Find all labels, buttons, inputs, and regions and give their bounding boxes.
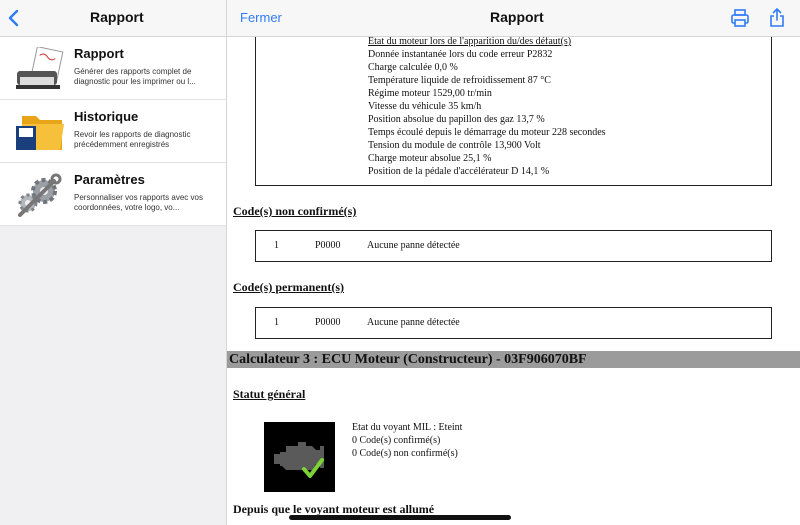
sidebar-nav-bar: Rapport [0, 0, 226, 37]
unconfirmed-codes-box: 1 P0000 Aucune panne détectée [255, 230, 772, 262]
calculator-header: Calculateur 3 : ECU Moteur (Constructeur… [227, 351, 800, 368]
sidebar-item-rapport[interactable]: Rapport Générer des rapports complet de … [0, 37, 226, 100]
folder-history-icon [16, 116, 64, 150]
sidebar: Rapport Générer des rapports complet de … [0, 37, 226, 525]
engine-check-icon [264, 422, 335, 492]
code-value: P0000 [315, 240, 341, 251]
freeze-frame-line: Donnée instantanée lors du code erreur P… [368, 49, 553, 60]
permanent-codes-heading: Code(s) permanent(s) [233, 280, 344, 294]
unconfirmed-codes-heading: Code(s) non confirmé(s) [233, 204, 357, 218]
code-value: P0000 [315, 317, 341, 328]
gears-settings-icon [18, 173, 62, 217]
page-title: Rapport [490, 9, 544, 25]
freeze-frame-line: Position absolue du papillon des gaz 13,… [368, 114, 545, 125]
sidebar-item-title: Rapport [74, 46, 124, 61]
sidebar-title: Rapport [90, 9, 144, 25]
sidebar-item-desc: Générer des rapports complet de diagnost… [74, 67, 196, 86]
sidebar-item-historique[interactable]: Historique Revoir les rapports de diagno… [0, 100, 226, 163]
chevron-left-icon[interactable] [6, 8, 22, 28]
unconfirmed-count: 0 Code(s) non confirmé(s) [352, 448, 458, 459]
freeze-frame-line: Charge calculée 0,0 % [368, 62, 458, 73]
sidebar-menu: Rapport Générer des rapports complet de … [0, 37, 226, 226]
code-index: 1 [274, 317, 279, 328]
freeze-frame-box: Etat du moteur lors de l'apparition du/d… [255, 37, 772, 186]
code-description: Aucune panne détectée [367, 317, 460, 328]
permanent-codes-box: 1 P0000 Aucune panne détectée [255, 307, 772, 339]
sidebar-item-title: Paramètres [74, 172, 145, 187]
detail-nav-bar: Fermer Rapport [227, 0, 800, 37]
freeze-frame-line: Température liquide de refroidissement 8… [368, 75, 551, 86]
share-icon[interactable] [767, 8, 787, 28]
close-button[interactable]: Fermer [240, 10, 282, 25]
confirmed-count: 0 Code(s) confirmé(s) [352, 435, 441, 446]
sidebar-item-desc: Personnaliser vos rapports avec vos coor… [74, 193, 203, 212]
freeze-frame-line: Tension du module de contrôle 13,900 Vol… [368, 140, 541, 151]
mil-status: Etat du voyant MIL : Eteint [352, 422, 463, 433]
general-status-heading: Statut général [233, 387, 306, 401]
sidebar-item-parametres[interactable]: Paramètres Personnaliser vos rapports av… [0, 163, 226, 226]
printer-icon[interactable] [730, 8, 750, 28]
freeze-frame-line: Temps écoulé depuis le démarrage du mote… [368, 127, 606, 138]
home-indicator[interactable] [289, 515, 511, 520]
sidebar-item-title: Historique [74, 109, 139, 124]
freeze-frame-line: Position de la pédale d'accélérateur D 1… [368, 166, 550, 177]
sidebar-item-desc: Revoir les rapports de diagnostic précéd… [74, 130, 191, 149]
freeze-frame-line: Charge moteur absolue 25,1 % [368, 153, 492, 164]
code-description: Aucune panne détectée [367, 240, 460, 251]
code-index: 1 [274, 240, 279, 251]
freeze-frame-line: Régime moteur 1529,00 tr/min [368, 88, 492, 99]
freeze-frame-heading: Etat du moteur lors de l'apparition du/d… [368, 37, 572, 47]
report-printer-icon [16, 47, 64, 89]
freeze-frame-line: Vitesse du véhicule 35 km/h [368, 101, 482, 112]
report-content[interactable]: Etat du moteur lors de l'apparition du/d… [227, 37, 800, 525]
